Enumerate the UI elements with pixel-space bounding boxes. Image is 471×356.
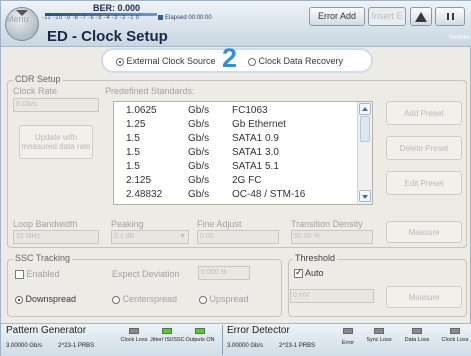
external-clock-label: External Clock Source [126, 56, 216, 66]
pg-pattern: 2^23-1 PRBS [58, 343, 95, 349]
ber-scale: -11 -10 -9 -8 -7 -6 -5 -4 -3 -2 -1 0 [42, 15, 140, 21]
ed-rate: 3.00000 Gb/s [227, 343, 264, 349]
upspread-radio[interactable]: Upspread [199, 294, 249, 304]
timer-icon [158, 15, 163, 20]
elapsed-text: Elapsed 00:00:00 [165, 15, 212, 22]
transition-density-field: 50.00 % [291, 230, 373, 244]
scroll-up-button[interactable] [359, 103, 371, 115]
ed-clock-loss-label: Clock Loss [441, 337, 469, 343]
ed-data-loss-led [412, 328, 422, 334]
pg-clock-loss-label: Clock Loss [120, 337, 148, 343]
expect-deviation-label: Expect Deviation [112, 269, 180, 279]
list-item[interactable]: 1.25 Gb/s Gb Ethernet [114, 119, 354, 131]
warning-icon [415, 12, 427, 22]
scroll-down-button[interactable] [359, 190, 371, 202]
clock-rate-field[interactable]: 8 Gb/s [13, 98, 99, 112]
list-item[interactable]: 1.5 Gb/s SATA1 5.1 [114, 161, 354, 173]
threshold-value-field[interactable]: 0 mV [290, 289, 374, 303]
callout-number: 2 [222, 43, 238, 73]
fine-adjust-label: Fine Adjust [197, 219, 242, 229]
threshold-auto-checkbox[interactable]: Auto [294, 267, 324, 279]
app-window: Menu BER: 0.000 -11 -10 -9 -8 -7 -6 -5 -… [0, 0, 471, 356]
add-preset-button[interactable]: Add Preset [386, 101, 462, 125]
delete-preset-button[interactable]: Delete Preset [386, 136, 462, 160]
external-clock-radio[interactable]: External Clock Source [116, 56, 216, 66]
peaking-label: Peaking [111, 219, 144, 229]
clock-data-recovery-radio[interactable]: Clock Data Recovery [248, 56, 343, 66]
ed-pattern: 2^23-1 PRBS [279, 343, 316, 349]
cdr-label: Clock Data Recovery [258, 56, 344, 66]
list-item[interactable]: 1.0625 Gb/s FC1063 [114, 105, 354, 117]
pause-button[interactable] [435, 7, 465, 26]
clock-rate-label: Clock Rate [13, 86, 58, 96]
alert-button[interactable] [410, 7, 432, 26]
pg-jitter-led [162, 328, 172, 334]
radio-unselected-icon [199, 295, 207, 304]
upspread-label: Upspread [209, 294, 249, 304]
list-item[interactable]: 1.5 Gb/s SATA1 0.9 [114, 133, 354, 145]
peaking-value: 0.1 dB [114, 233, 135, 240]
downspread-radio[interactable]: Downspread [15, 294, 76, 304]
ssc-enabled-label: Enabled [26, 269, 60, 279]
pg-outputs-label: Outputs ON [185, 337, 215, 343]
ssc-enabled-checkbox[interactable]: Enabled [15, 269, 60, 280]
scroll-thumb[interactable] [360, 116, 370, 142]
ssc-tracking-title: SSC Tracking [13, 253, 73, 263]
page-title: ED - Clock Setup [47, 28, 168, 45]
menu-button[interactable]: Menu [5, 7, 39, 41]
update-measured-rate-button[interactable]: Update with measured data rate [19, 125, 93, 159]
pg-clock-loss-led [129, 328, 139, 334]
loop-bandwidth-field[interactable]: 10 MHz [13, 230, 99, 244]
ed-error-label: Error [341, 340, 355, 346]
centerspread-label: Centerspread [122, 294, 178, 304]
ed-error-led [343, 328, 353, 334]
measure-threshold-button[interactable]: Measure [386, 286, 462, 308]
list-item[interactable]: 1.5 Gb/s SATA1 3.0 [114, 147, 354, 159]
predefined-standards-list[interactable]: 1.0625 Gb/s FC1063 1.25 Gb/s Gb Ethernet 1.5… [113, 101, 373, 205]
elapsed-time: Elapsed 00:00:00 [158, 15, 212, 21]
chevron-down-icon [362, 195, 368, 199]
expect-deviation-field[interactable]: 0.000 % [198, 266, 250, 280]
status-divider [222, 325, 223, 355]
radio-selected-icon [116, 57, 124, 66]
error-add-button[interactable]: Error Add [309, 7, 365, 26]
centerspread-radio[interactable]: Centerspread [112, 294, 177, 304]
chevron-down-icon: ▼ [179, 233, 186, 240]
list-item[interactable]: 2.48832 Gb/s OC-48 / STM-16 [114, 189, 354, 201]
threshold-title: Threshold [293, 253, 338, 263]
predefined-standards-label: Predefined Standards: [105, 86, 195, 96]
menu-label: Menu [6, 14, 29, 24]
fine-adjust-field[interactable]: 0.00 [197, 230, 279, 244]
radio-unselected-icon [248, 57, 256, 66]
ed-sync-loss-led [374, 328, 384, 334]
ed-sync-loss-label: Sync Loss [366, 337, 392, 343]
ber-readout: BER: 0.000 [93, 3, 141, 13]
cdr-setup-title: CDR Setup [13, 74, 63, 84]
measure-transition-button[interactable]: Measure [386, 221, 462, 243]
downspread-label: Downspread [25, 294, 77, 304]
loop-bandwidth-label: Loop Bandwidth [13, 219, 78, 229]
insert-error-button[interactable]: Insert E [368, 7, 406, 26]
list-scrollbar[interactable] [357, 102, 372, 204]
chevron-up-icon [362, 107, 368, 111]
pattern-generator-title: Pattern Generator [6, 325, 87, 336]
pg-outputs-led [195, 328, 205, 334]
checkbox-checked-icon [294, 267, 303, 279]
pg-rate: 3.00000 Gb/s [6, 343, 43, 349]
checkbox-unchecked-icon [15, 270, 24, 280]
radio-selected-icon [15, 295, 23, 304]
ed-data-loss-label: Data Loss [404, 337, 430, 343]
ed-clock-loss-led [450, 328, 460, 334]
transition-density-label: Transition Density [291, 219, 363, 229]
edit-preset-button[interactable]: Edit Preset [386, 171, 462, 195]
pause-icon [446, 13, 454, 20]
peaking-select[interactable]: 0.1 dB ▼ [111, 230, 189, 244]
pg-jitter-label: Jitter/ ISI/SSC [150, 337, 185, 343]
threshold-auto-label: Auto [305, 268, 324, 278]
remote-status: Remote [449, 35, 471, 41]
radio-unselected-icon [112, 295, 120, 304]
list-item[interactable]: 2.125 Gb/s 2G FC [114, 175, 354, 187]
error-detector-title: Error Detector [227, 325, 290, 336]
